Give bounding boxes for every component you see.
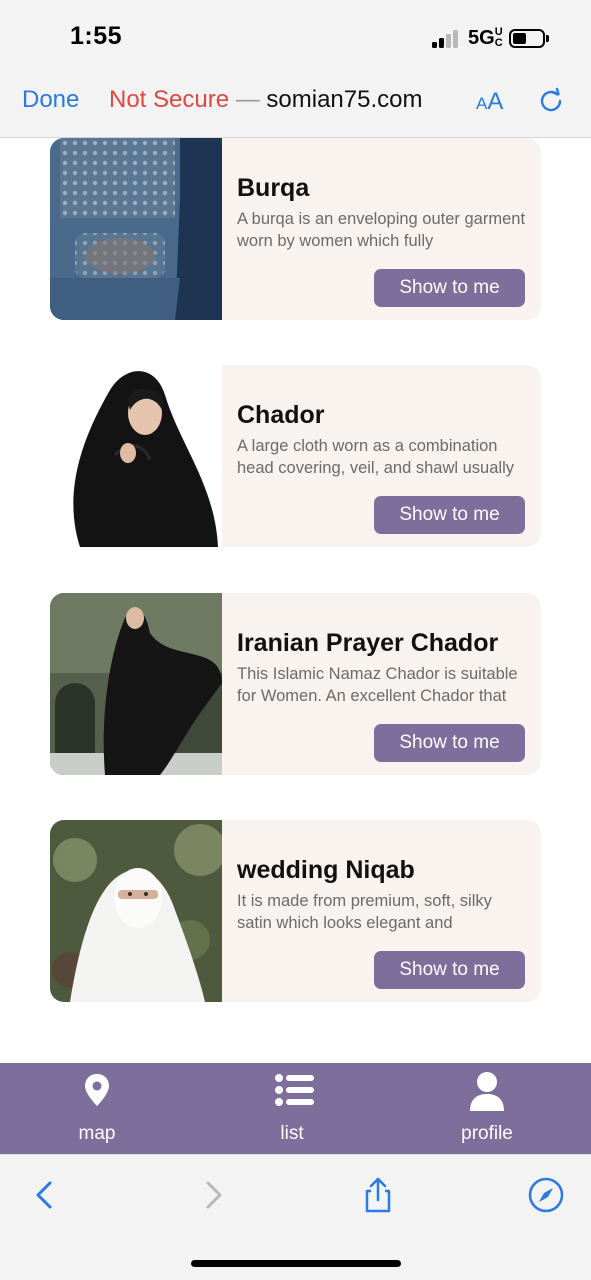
status-time: 1:55 (70, 22, 123, 50)
show-to-me-button[interactable]: Show to me (374, 269, 525, 307)
url-domain: somian75.com (266, 86, 423, 113)
nav-item-profile[interactable]: profile (427, 1063, 547, 1154)
list-item: Iranian Prayer Chador This Islamic Namaz… (50, 593, 541, 775)
list-item: Chador A large cloth worn as a combinati… (50, 365, 541, 547)
share-icon[interactable] (358, 1175, 398, 1215)
text-size-button[interactable]: AA (476, 88, 503, 116)
person-icon (470, 1072, 504, 1111)
item-description: A large cloth worn as a combination head… (237, 437, 514, 477)
battery-icon (509, 29, 545, 48)
status-bar: 1:55 5GUC (0, 0, 591, 72)
list-icon (275, 1074, 314, 1106)
item-description: It is made from premium, soft, silky sat… (237, 892, 492, 932)
battery-cap (546, 35, 549, 42)
app-bottom-nav: map list profile (0, 1063, 591, 1154)
item-list: Burqa A burqa is an enveloping outer gar… (0, 138, 591, 1063)
item-title: wedding Niqab (237, 856, 415, 884)
item-description: This Islamic Namaz Chador is suitable fo… (237, 665, 518, 705)
item-title: Chador (237, 401, 325, 429)
browser-address-bar: Done Not Secure — somian75.com AA (0, 72, 591, 138)
nav-item-list[interactable]: list (232, 1063, 352, 1154)
forward-icon[interactable] (194, 1175, 234, 1215)
item-title: Burqa (237, 174, 310, 202)
compass-icon[interactable] (526, 1175, 566, 1215)
network-type: 5GUC (468, 26, 503, 50)
woman-in-blue-burqa-photo (50, 138, 222, 320)
home-indicator (191, 1260, 401, 1267)
url-separator: — (235, 86, 260, 113)
reload-icon[interactable] (536, 86, 566, 116)
nav-label: map (78, 1123, 116, 1144)
nav-label: list (280, 1123, 304, 1144)
done-button[interactable]: Done (22, 86, 79, 114)
back-icon[interactable] (24, 1175, 64, 1215)
list-item: Burqa A burqa is an enveloping outer gar… (50, 138, 541, 320)
not-secure-label: Not Secure (109, 86, 230, 113)
nav-label: profile (461, 1123, 513, 1144)
cellular-signal-icon (432, 30, 464, 48)
show-to-me-button[interactable]: Show to me (374, 496, 525, 534)
show-to-me-button[interactable]: Show to me (374, 951, 525, 989)
woman-in-white-niqab-photo (50, 820, 222, 1002)
show-to-me-button[interactable]: Show to me (374, 724, 525, 762)
item-description: A burqa is an enveloping outer garment w… (237, 210, 526, 250)
woman-in-black-chador-photo (50, 365, 222, 547)
nav-item-map[interactable]: map (37, 1063, 157, 1154)
url-field[interactable]: Not Secure — somian75.com (109, 86, 422, 114)
woman-in-flowing-chador-outdoors-photo (50, 593, 222, 775)
map-pin-icon (85, 1074, 109, 1106)
list-item: wedding Niqab It is made from premium, s… (50, 820, 541, 1002)
item-title: Iranian Prayer Chador (237, 629, 499, 657)
